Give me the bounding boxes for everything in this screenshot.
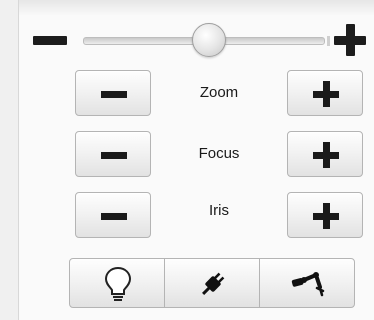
arm-button[interactable] xyxy=(259,258,355,308)
zoom-slider-row xyxy=(31,22,371,58)
focus-control-row: Focus xyxy=(75,131,363,179)
plus-icon xyxy=(313,142,339,168)
minus-icon xyxy=(101,91,127,98)
robot-arm-icon xyxy=(291,272,325,297)
minus-icon xyxy=(101,213,127,220)
light-bulb-icon xyxy=(104,266,132,301)
zoom-slider-thumb[interactable] xyxy=(192,23,226,57)
minus-icon xyxy=(101,152,127,159)
iris-close-button[interactable] xyxy=(75,192,151,238)
light-button[interactable] xyxy=(69,258,165,308)
zoom-out-button[interactable] xyxy=(75,70,151,116)
power-button[interactable] xyxy=(164,258,260,308)
plus-icon xyxy=(313,203,339,229)
bottom-toolbar xyxy=(69,258,355,308)
power-plug-icon xyxy=(202,272,225,295)
iris-open-button[interactable] xyxy=(287,192,363,238)
zoom-label: Zoom xyxy=(199,84,239,101)
focus-near-button[interactable] xyxy=(75,131,151,177)
iris-label: Iris xyxy=(209,202,229,219)
zoom-in-button[interactable] xyxy=(287,70,363,116)
panel-top-shade xyxy=(19,0,374,16)
plus-icon[interactable] xyxy=(334,24,366,56)
plus-icon xyxy=(313,81,339,107)
zoom-slider-track[interactable] xyxy=(83,23,325,57)
iris-control-row: Iris xyxy=(75,192,363,240)
zoom-control-row: Zoom xyxy=(75,70,363,118)
slider-track-end xyxy=(327,36,330,46)
focus-label: Focus xyxy=(198,145,240,162)
focus-far-button[interactable] xyxy=(287,131,363,177)
camera-control-panel: Zoom Focus Iris xyxy=(18,0,374,320)
minus-icon[interactable] xyxy=(33,36,67,45)
